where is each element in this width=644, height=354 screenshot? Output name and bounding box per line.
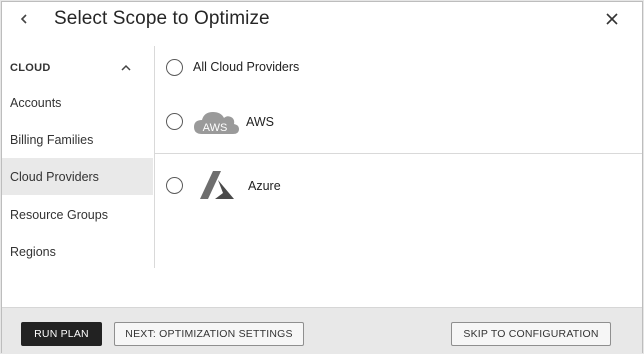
option-azure[interactable]: Azure — [155, 158, 642, 208]
option-label: All Cloud Providers — [193, 60, 300, 74]
dialog-footer: RUN PLAN NEXT: OPTIMIZATION SETTINGS SKI… — [2, 307, 642, 354]
dialog-title: Select Scope to Optimize — [54, 8, 270, 29]
sidebar-item-label: Accounts — [10, 96, 62, 110]
sidebar-section-label: CLOUD — [10, 62, 51, 74]
scope-options-list: All Cloud Providers AWS AWS Azure — [155, 46, 642, 308]
next-optimization-settings-button[interactable]: NEXT: OPTIMIZATION SETTINGS — [114, 322, 304, 346]
chevron-up-icon[interactable] — [120, 62, 132, 74]
sidebar-section-cloud[interactable]: CLOUD — [2, 54, 154, 82]
radio-button[interactable] — [166, 177, 183, 194]
select-scope-dialog: Select Scope to Optimize CLOUD Accounts … — [1, 1, 643, 354]
back-button[interactable] — [14, 9, 34, 29]
radio-button[interactable] — [166, 59, 183, 76]
dialog-header: Select Scope to Optimize — [2, 2, 642, 38]
option-label: AWS — [246, 115, 275, 129]
sidebar-item-label: Cloud Providers — [10, 170, 99, 184]
option-all-cloud-providers[interactable]: All Cloud Providers — [155, 46, 642, 90]
close-icon — [606, 13, 618, 25]
aws-cloud-icon: AWS — [194, 112, 239, 134]
divider — [155, 153, 642, 154]
option-aws[interactable]: AWS AWS — [155, 94, 642, 152]
chevron-left-icon — [20, 14, 27, 24]
aws-badge-text: AWS — [203, 122, 228, 134]
sidebar-item-accounts[interactable]: Accounts — [2, 84, 153, 121]
scope-category-sidebar: CLOUD Accounts Billing Families Cloud Pr… — [2, 46, 155, 268]
close-button[interactable] — [602, 9, 622, 29]
run-plan-button[interactable]: RUN PLAN — [21, 322, 102, 346]
sidebar-item-label: Regions — [10, 245, 56, 259]
sidebar-item-regions[interactable]: Regions — [2, 233, 153, 270]
azure-logo-icon — [200, 171, 234, 199]
sidebar-item-label: Billing Families — [10, 133, 94, 147]
option-label: Azure — [248, 179, 281, 193]
sidebar-item-resource-groups[interactable]: Resource Groups — [2, 196, 153, 233]
sidebar-item-label: Resource Groups — [10, 208, 108, 222]
skip-to-configuration-button[interactable]: SKIP TO CONFIGURATION — [451, 322, 611, 346]
sidebar-item-billing-families[interactable]: Billing Families — [2, 121, 153, 158]
radio-button[interactable] — [166, 113, 183, 130]
sidebar-item-cloud-providers[interactable]: Cloud Providers — [2, 158, 153, 195]
